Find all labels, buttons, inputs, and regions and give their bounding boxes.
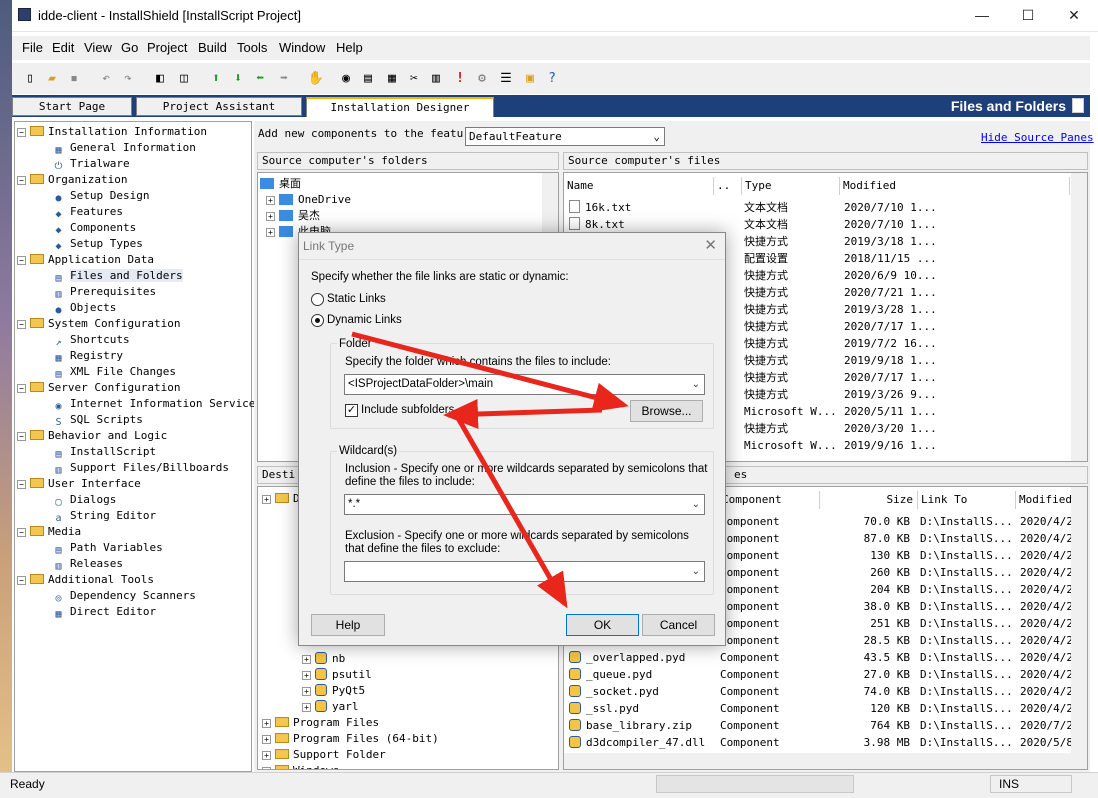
arrow-to-browse xyxy=(351,331,629,412)
arrow-to-subfolders xyxy=(443,399,603,430)
arrow-to-ok xyxy=(455,416,568,609)
annotation-arrows xyxy=(351,331,629,609)
